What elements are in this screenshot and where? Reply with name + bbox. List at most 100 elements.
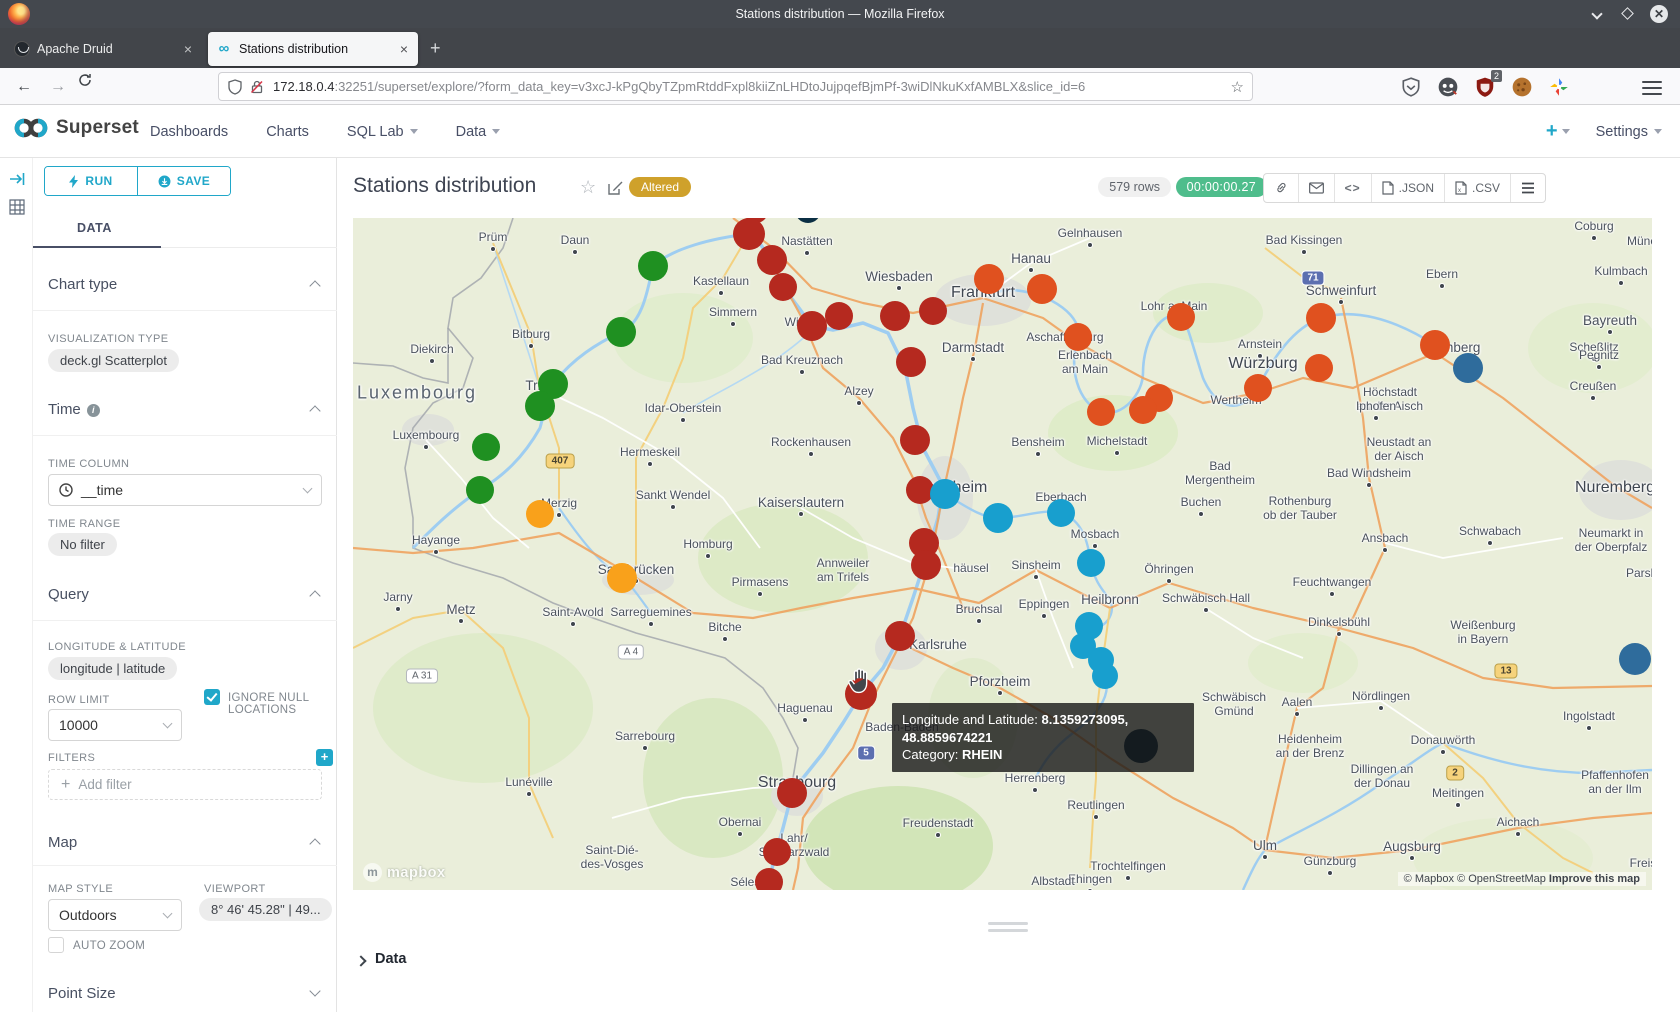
map-data-point[interactable] xyxy=(797,311,827,341)
map-data-point[interactable] xyxy=(1453,353,1483,383)
reload-button[interactable] xyxy=(78,73,106,101)
url-bar[interactable]: 172.18.0.4:32251/superset/explore/?form_… xyxy=(218,72,1253,101)
map-data-point[interactable] xyxy=(733,218,765,250)
lonlat-value[interactable]: longitude | latitude xyxy=(48,657,177,680)
cookie-icon[interactable] xyxy=(1511,76,1533,98)
map-data-point[interactable] xyxy=(1420,330,1450,360)
bookmark-star-icon[interactable]: ☆ xyxy=(1231,78,1244,96)
map-data-point[interactable] xyxy=(466,476,494,504)
data-results-collapsed[interactable]: Data xyxy=(337,945,1680,985)
panel-drag-handle[interactable] xyxy=(988,922,1028,936)
browser-tab[interactable]: ∞Stations distribution× xyxy=(208,32,418,66)
map-data-point[interactable] xyxy=(607,563,637,593)
map-data-point[interactable] xyxy=(606,317,636,347)
export-json-button[interactable]: .JSON xyxy=(1372,174,1445,202)
copy-link-button[interactable] xyxy=(1264,174,1299,202)
add-filter-field[interactable]: + Add filter xyxy=(48,769,322,800)
map-data-point[interactable] xyxy=(638,251,668,281)
save-button[interactable]: SAVE xyxy=(138,167,230,195)
tab-data[interactable]: DATA xyxy=(77,221,112,235)
menu-hamburger-icon[interactable] xyxy=(1642,77,1662,95)
settings-menu[interactable]: Settings xyxy=(1596,124,1662,140)
pocket-shield-icon[interactable] xyxy=(1400,76,1422,98)
improve-map-link[interactable]: Improve this map xyxy=(1549,873,1640,885)
nav-item-dashboards[interactable]: Dashboards xyxy=(150,124,228,140)
favorite-star-icon[interactable]: ☆ xyxy=(580,177,596,198)
map-data-point[interactable] xyxy=(919,297,947,325)
map-data-point[interactable] xyxy=(1305,354,1333,382)
run-button[interactable]: RUN xyxy=(45,167,138,195)
map-data-point[interactable] xyxy=(795,218,821,223)
nav-item-charts[interactable]: Charts xyxy=(266,124,309,140)
map-data-point[interactable] xyxy=(983,503,1013,533)
ublock-icon[interactable]: 2 xyxy=(1474,76,1496,98)
map-data-point[interactable] xyxy=(1167,303,1195,331)
superset-brand[interactable]: Superset xyxy=(14,117,139,139)
nav-item-sql-lab[interactable]: SQL Lab xyxy=(347,124,418,140)
map-data-point[interactable] xyxy=(757,245,787,275)
map-style-select[interactable]: Outdoors xyxy=(48,899,182,931)
new-tab-button[interactable]: + xyxy=(430,38,441,58)
tracking-shield-icon[interactable] xyxy=(227,79,243,95)
forward-button[interactable]: → xyxy=(44,73,72,101)
map-data-point[interactable] xyxy=(472,433,500,461)
map-data-point[interactable] xyxy=(1027,274,1057,304)
section-chart-type[interactable]: Chart type xyxy=(48,276,321,306)
map-data-point[interactable] xyxy=(1306,303,1336,333)
map-data-point[interactable] xyxy=(1244,374,1272,402)
mapbox-logo[interactable]: m mapbox xyxy=(363,863,446,882)
window-minimize-button[interactable] xyxy=(1588,5,1606,23)
back-button[interactable]: ← xyxy=(10,73,38,101)
map-data-point[interactable] xyxy=(1077,549,1105,577)
time-column-select[interactable]: __time xyxy=(48,474,322,506)
tab-close-icon[interactable]: × xyxy=(182,41,194,57)
browser-tab[interactable]: Apache Druid× xyxy=(6,32,202,66)
map-data-point[interactable] xyxy=(1047,499,1075,527)
tab-close-icon[interactable]: × xyxy=(398,41,410,57)
map-data-point[interactable] xyxy=(763,838,791,866)
pinwheel-extension-icon[interactable] xyxy=(1548,76,1570,98)
nav-item-data[interactable]: Data xyxy=(456,124,501,140)
map-data-point[interactable] xyxy=(885,621,915,651)
edit-properties-icon[interactable] xyxy=(608,180,623,195)
add-new-button[interactable]: + xyxy=(1546,120,1570,143)
add-filter-plus-button[interactable]: + xyxy=(316,749,333,766)
section-query[interactable]: Query xyxy=(48,586,321,616)
section-time[interactable]: Timei xyxy=(48,401,321,431)
deckgl-map[interactable]: PrümDaunKastellaunNastättenWiesbadenFran… xyxy=(353,218,1652,890)
map-data-point[interactable] xyxy=(1129,396,1157,424)
viewport-value[interactable]: 8° 46' 45.28" | 49... xyxy=(199,898,332,921)
window-restore-button[interactable] xyxy=(1618,5,1636,23)
insecure-lock-icon[interactable] xyxy=(249,79,265,95)
map-data-point[interactable] xyxy=(880,301,910,331)
map-data-point[interactable] xyxy=(769,273,797,301)
privacy-mask-icon[interactable] xyxy=(1437,76,1459,98)
window-close-button[interactable]: ✕ xyxy=(1650,5,1668,23)
auto-zoom-checkbox[interactable] xyxy=(48,937,64,953)
dataset-grid-icon[interactable] xyxy=(8,198,26,216)
row-limit-select[interactable]: 10000 xyxy=(48,709,182,741)
export-csv-button[interactable]: x .CSV xyxy=(1445,174,1511,202)
map-data-point[interactable] xyxy=(974,264,1004,294)
map-data-point[interactable] xyxy=(755,868,783,890)
map-data-point[interactable] xyxy=(911,550,941,580)
map-data-point[interactable] xyxy=(900,425,930,455)
embed-code-button[interactable]: <> xyxy=(1335,174,1372,202)
map-data-point[interactable] xyxy=(1092,663,1118,689)
section-point-size[interactable]: Point Size xyxy=(48,985,321,1015)
map-data-point[interactable] xyxy=(1064,323,1092,351)
map-data-point[interactable] xyxy=(1087,398,1115,426)
map-data-point[interactable] xyxy=(896,347,926,377)
email-button[interactable] xyxy=(1299,174,1335,202)
map-data-point[interactable] xyxy=(825,302,853,330)
section-map[interactable]: Map xyxy=(48,834,321,864)
chart-menu-button[interactable] xyxy=(1511,174,1545,202)
viz-type-value[interactable]: deck.gl Scatterplot xyxy=(48,349,179,372)
map-data-point[interactable] xyxy=(526,500,554,528)
map-data-point[interactable] xyxy=(1619,643,1651,675)
time-range-value[interactable]: No filter xyxy=(48,533,117,556)
expand-panel-icon[interactable] xyxy=(8,170,26,188)
map-data-point[interactable] xyxy=(777,778,807,808)
map-data-point[interactable] xyxy=(930,479,960,509)
map-data-point[interactable] xyxy=(525,391,555,421)
